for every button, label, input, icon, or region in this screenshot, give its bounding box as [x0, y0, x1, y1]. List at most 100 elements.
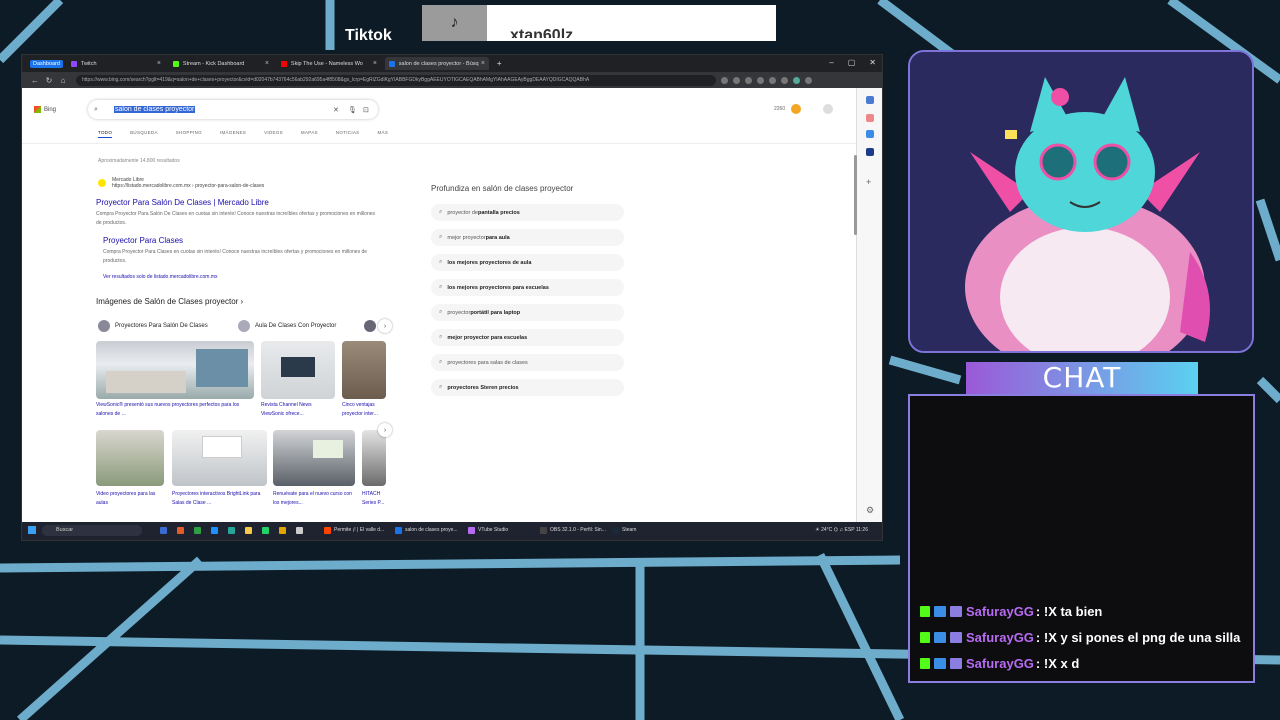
close-icon[interactable]: × — [373, 60, 377, 67]
collections-icon[interactable] — [769, 76, 776, 84]
clear-icon[interactable]: ✕ — [333, 106, 339, 114]
search-input[interactable]: salon de clases proyector — [114, 106, 196, 113]
image-caption[interactable]: ViewSonic® presentó sus nuevos proyector… — [96, 401, 254, 419]
tab-videos[interactable]: VIDEOS — [264, 130, 283, 138]
result-title-link[interactable]: Proyector Para Salón De Clases | Mercado… — [96, 198, 269, 207]
new-tab-button[interactable]: + — [493, 57, 506, 70]
refresh-icon[interactable]: ↻ — [42, 76, 56, 85]
tab-youtube[interactable]: Skip The Use - Nameless Wo × — [277, 57, 381, 70]
related-search-item[interactable]: ⌕ proyectores para salas de clases — [431, 354, 624, 371]
sidebar-app-icon[interactable] — [866, 130, 874, 138]
search-box[interactable]: ⌕ salon de clases proyector ✕ 🎙 ⊡ — [88, 100, 378, 119]
tab-more[interactable]: MÁS — [377, 130, 388, 138]
image-thumbnail[interactable] — [342, 341, 386, 399]
extension-icon[interactable] — [757, 76, 764, 84]
tab-kick[interactable]: Stream - Kick Dashboard × — [169, 57, 273, 70]
volume-icon[interactable]: ♫ — [839, 527, 843, 533]
copilot-icon[interactable] — [793, 76, 800, 84]
close-icon[interactable]: × — [265, 60, 269, 67]
related-search-item[interactable]: ⌕ los mejores proyectores para escuelas — [431, 279, 624, 296]
image-caption[interactable]: Proyectores interactivos BrightLink para… — [172, 490, 267, 508]
image-thumbnail[interactable] — [96, 341, 254, 399]
taskbar-app-icon[interactable] — [160, 527, 167, 534]
image-pill[interactable]: Aula De Clases Con Proyector — [238, 318, 344, 334]
more-from-site-link[interactable]: Ver resultados solo de listado.mercadoli… — [103, 274, 218, 280]
taskbar-app-icon[interactable] — [279, 527, 286, 534]
related-search-item[interactable]: ⌕ proyectores Steren precios — [431, 379, 624, 396]
rewards-medal-icon[interactable] — [791, 104, 802, 114]
language-indicator[interactable]: ESP — [845, 527, 855, 533]
home-icon[interactable]: ⌂ — [56, 76, 70, 85]
taskbar-app-window[interactable]: VTube Studio — [468, 525, 508, 536]
weather-temp[interactable]: 24°C — [821, 527, 832, 533]
more-icon[interactable] — [805, 76, 812, 84]
account-avatar-icon[interactable] — [823, 104, 834, 114]
taskbar-app-window[interactable]: OBS 32.1.0 - Perfil: Sin... — [540, 525, 606, 536]
add-icon[interactable]: + — [866, 178, 874, 187]
images-section-title[interactable]: Imágenes de Salón de Clases proyector › — [96, 297, 243, 306]
taskbar-app-icon[interactable] — [228, 527, 235, 534]
image-thumbnail[interactable] — [362, 430, 386, 486]
related-search-item[interactable]: ⌕ mejor proyector para aula — [431, 229, 624, 246]
clock[interactable]: 11:26 — [856, 527, 868, 533]
back-icon[interactable]: ← — [28, 76, 42, 85]
taskbar-app-window[interactable]: Steam — [612, 525, 636, 536]
taskbar-app-icon[interactable] — [245, 527, 252, 534]
taskbar-app-window[interactable]: salon de clases proye... — [395, 525, 458, 536]
image-caption[interactable]: Video proyectores para las aulas — [96, 490, 164, 508]
sidebar-app-icon[interactable] — [866, 114, 874, 122]
taskbar-search[interactable]: Buscar — [42, 525, 142, 536]
minimize-icon[interactable]: – — [829, 58, 833, 67]
microphone-icon[interactable]: 🎙 — [348, 106, 357, 114]
taskbar-app-window[interactable]: Permite ¡! | El valle d... — [324, 525, 384, 536]
tab-bing-search[interactable]: salon de clases proyector - Búsq × — [384, 57, 489, 70]
url-input[interactable]: https://www.bing.com/search?pglt=419&q=s… — [76, 74, 716, 86]
close-window-icon[interactable]: ✕ — [869, 58, 876, 67]
weather-icon[interactable]: ☀ — [815, 527, 819, 533]
result-sublink[interactable]: Proyector Para Clases — [103, 236, 183, 245]
image-thumbnail[interactable] — [273, 430, 355, 486]
favorite-icon[interactable] — [721, 76, 728, 84]
image-thumbnail[interactable] — [261, 341, 335, 399]
chevron-right-icon[interactable]: › — [378, 423, 392, 437]
related-search-item[interactable]: ⌕ proyector de pantalla precios — [431, 204, 624, 221]
taskbar-app-icon[interactable] — [177, 527, 184, 534]
close-icon[interactable]: × — [157, 60, 161, 67]
tab-search[interactable]: BÚSQUEDA — [130, 130, 158, 138]
tab-all[interactable]: TODO — [98, 130, 113, 138]
taskbar-app-icon[interactable] — [211, 527, 218, 534]
tab-shopping[interactable]: SHOPPING — [176, 130, 202, 138]
extension-icon[interactable] — [733, 76, 740, 84]
image-caption[interactable]: Cinco ventajas proyector inter... — [342, 401, 386, 419]
sidebar-app-icon[interactable] — [866, 148, 874, 156]
taskbar-app-icon[interactable] — [194, 527, 201, 534]
chevron-right-icon[interactable]: › — [378, 319, 392, 333]
image-thumbnail[interactable] — [172, 430, 267, 486]
related-search-item[interactable]: ⌕ proyector portátil para laptop — [431, 304, 624, 321]
image-caption[interactable]: Renuévate para el nuevo curso con los me… — [273, 490, 355, 508]
profile-button[interactable]: Dashboard — [30, 59, 63, 68]
maximize-icon[interactable]: ▢ — [848, 58, 856, 67]
tab-images[interactable]: IMÁGENES — [220, 130, 246, 138]
tab-news[interactable]: NOTICIAS — [336, 130, 360, 138]
extension-icon[interactable] — [745, 76, 752, 84]
image-pill[interactable]: Proyectores Para Salón De Clases — [98, 318, 216, 334]
related-search-item[interactable]: ⌕ mejor proyector para escuelas — [431, 329, 624, 346]
profile-icon[interactable] — [781, 76, 788, 84]
result-source[interactable]: Mercado Libre https://listado.mercadolib… — [112, 177, 264, 189]
taskbar-app-icon[interactable] — [262, 527, 269, 534]
taskbar-app-icon[interactable] — [296, 527, 303, 534]
image-caption[interactable]: Revista Channel News ViewSonic ofrece... — [261, 401, 335, 419]
scrollbar[interactable] — [854, 155, 857, 235]
rewards-points[interactable]: 2260 — [774, 106, 785, 112]
tab-twitch[interactable]: Twitch × — [67, 57, 165, 70]
close-icon[interactable]: × — [481, 60, 485, 67]
search-icon[interactable] — [866, 96, 874, 104]
windows-start-icon[interactable] — [28, 526, 36, 534]
bing-logo[interactable]: Bing — [34, 106, 56, 113]
settings-icon[interactable]: ⚙ — [866, 506, 874, 515]
visual-search-icon[interactable]: ⊡ — [363, 106, 369, 114]
tab-maps[interactable]: MAPAS — [301, 130, 318, 138]
related-search-item[interactable]: ⌕ los mejores proyectores de aula — [431, 254, 624, 271]
image-caption[interactable]: HITACH Series P... — [362, 490, 388, 508]
